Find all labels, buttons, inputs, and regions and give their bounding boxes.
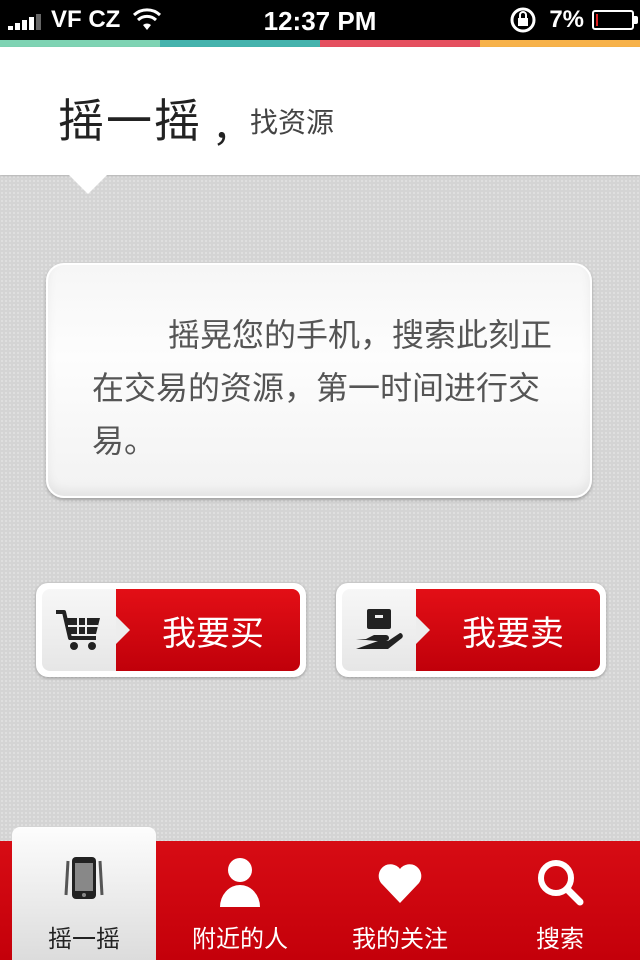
strip-segment (320, 40, 480, 47)
tab-label: 摇一摇 (48, 925, 120, 953)
tab-label: 附近的人 (192, 925, 288, 953)
sell-button[interactable]: 我要卖 (336, 583, 606, 677)
tab-search[interactable]: 搜索 (480, 841, 640, 960)
instruction-text: 摇晃您的手机，搜索此刻正在交易的资源，第一时间进行交易。 (92, 316, 553, 460)
person-icon (220, 858, 260, 907)
battery-icon (592, 10, 638, 30)
page-header: 摇一摇 ， 找资源 (0, 47, 640, 194)
search-icon (538, 860, 584, 906)
buy-label: 我要买 (162, 613, 264, 654)
shopping-cart-icon (56, 610, 100, 650)
buy-button[interactable]: 我要买 (36, 583, 306, 677)
battery-percent: 7% (549, 6, 584, 33)
sell-label-area[interactable]: 我要卖 (416, 589, 600, 671)
tab-shake[interactable]: 摇一摇 (12, 827, 156, 960)
header-pointer (68, 174, 108, 194)
battery-fill (596, 14, 598, 26)
instruction-card: 摇晃您的手机，搜索此刻正在交易的资源，第一时间进行交易。 (46, 263, 592, 498)
sell-notch (416, 616, 430, 644)
package-hand-icon (356, 609, 403, 649)
strip-segment (160, 40, 320, 47)
sell-label: 我要卖 (462, 613, 564, 654)
tab-nearby[interactable]: 附近的人 (160, 841, 320, 960)
status-right: 7% (509, 0, 638, 40)
color-strip (0, 40, 640, 47)
sell-icon-box (342, 589, 416, 671)
buy-notch (116, 616, 130, 644)
buy-label-area[interactable]: 我要买 (116, 589, 300, 671)
tab-following[interactable]: 我的关注 (320, 841, 480, 960)
tab-label: 我的关注 (352, 925, 448, 953)
page-title: 摇一摇 (58, 94, 202, 148)
tab-bar: 摇一摇 附近的人 我的关注 搜索 (0, 827, 640, 960)
strip-segment (0, 40, 160, 47)
title-comma: ， (212, 105, 252, 151)
tab-label: 搜索 (536, 925, 584, 953)
phone-shake-icon (64, 857, 104, 899)
status-bar: VF CZ 12:37 PM 7% (0, 0, 640, 40)
rotation-lock-icon (510, 7, 536, 33)
page-subtitle: 找资源 (250, 106, 335, 139)
buy-icon-box (42, 589, 116, 671)
heart-icon (378, 864, 422, 903)
strip-segment (480, 40, 640, 47)
